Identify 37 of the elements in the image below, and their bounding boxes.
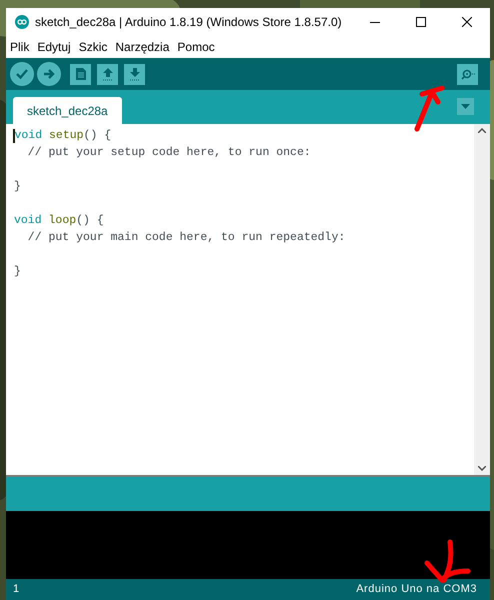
tab-menu-button[interactable] (457, 98, 474, 115)
infinity-logo-icon (15, 15, 29, 29)
close-icon (462, 17, 472, 27)
code-line: } (14, 179, 21, 195)
chevron-down-icon (478, 466, 486, 471)
check-icon (15, 67, 29, 81)
menu-item[interactable]: Pomoc (177, 38, 215, 56)
code-line: } (14, 264, 21, 280)
code-editor[interactable]: void setup() { // put your setup code here, to run once: } void loop() { // put your main code here, to run repeatedly: } (6, 124, 474, 475)
chevron-up-icon (478, 128, 486, 133)
maximize-icon (416, 17, 426, 27)
code-line: // put your main code here, to run repeatedly: (26, 230, 346, 246)
verify-button[interactable] (10, 62, 34, 86)
open-button[interactable] (97, 64, 118, 84)
code-line: void loop() { (14, 213, 104, 229)
new-button[interactable] (70, 64, 91, 84)
text-cursor (13, 128, 14, 142)
window-title: sketch_dec28a | Arduino 1.8.19 (Windows Store 1.8.57.0) (35, 14, 342, 31)
arrow-right-icon (42, 67, 56, 81)
code-line: void setup() { (14, 128, 112, 144)
line-number: 1 (13, 582, 20, 598)
save-button[interactable] (124, 64, 145, 84)
arrow-up-icon (102, 67, 114, 81)
scrollbar[interactable] (474, 124, 490, 475)
menu-item[interactable]: Edytuj (37, 38, 71, 56)
menu-item[interactable]: Narzędzia (115, 38, 170, 56)
triangle-down-icon (461, 104, 470, 109)
serial-monitor-button[interactable] (457, 64, 478, 84)
menu-item[interactable]: Szkic (78, 38, 108, 56)
magnifier-icon (460, 68, 476, 80)
code-line: // put your setup code here, to run once: (26, 145, 311, 161)
document-icon (74, 67, 86, 81)
board-port-label: Arduino Uno na COM3 (356, 582, 477, 598)
upload-button[interactable] (37, 62, 61, 86)
tab[interactable]: sketch_dec28a (13, 97, 122, 124)
menu-item[interactable]: Plik (10, 38, 30, 56)
arrow-down-icon (128, 67, 140, 81)
